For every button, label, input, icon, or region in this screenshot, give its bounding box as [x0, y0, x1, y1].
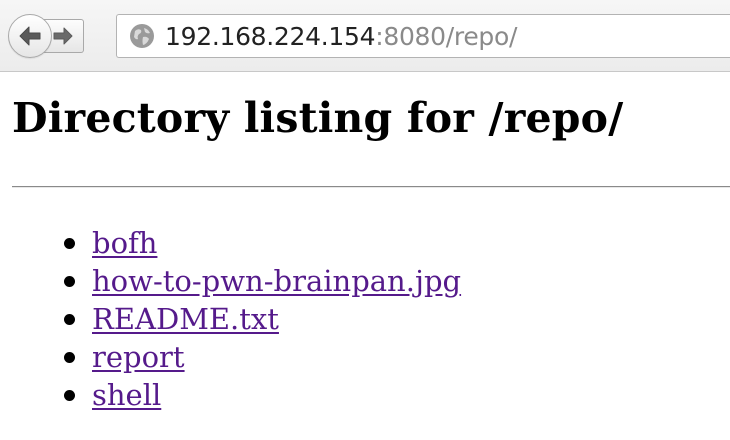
list-item: shell: [12, 376, 461, 414]
browser-toolbar: 192.168.224.154:8080/repo/: [0, 0, 730, 72]
bullet-icon: [64, 314, 75, 325]
list-item: bofh: [12, 224, 461, 262]
url-port-path: :8080/repo/: [375, 21, 518, 51]
back-arrow-icon: [19, 26, 41, 46]
back-button[interactable]: [8, 14, 52, 58]
list-item: README.txt: [12, 300, 461, 338]
list-item: how-to-pwn-brainpan.jpg: [12, 262, 461, 300]
file-link-bofh[interactable]: bofh: [92, 226, 157, 260]
forward-arrow-icon: [53, 27, 73, 45]
bullet-icon: [64, 276, 75, 287]
file-link-report[interactable]: report: [92, 340, 185, 374]
file-link-how-to-pwn-brainpan[interactable]: how-to-pwn-brainpan.jpg: [92, 264, 461, 298]
horizontal-rule: [12, 186, 730, 188]
globe-icon: [130, 24, 154, 48]
bullet-icon: [64, 390, 75, 401]
page-title: Directory listing for /repo/: [12, 94, 624, 142]
file-link-shell[interactable]: shell: [92, 378, 161, 412]
list-item: report: [12, 338, 461, 376]
bullet-icon: [64, 352, 75, 363]
bullet-icon: [64, 238, 75, 249]
file-link-readme[interactable]: README.txt: [92, 302, 279, 336]
url-host: 192.168.224.154: [165, 21, 376, 51]
file-list: bofh how-to-pwn-brainpan.jpg README.txt …: [12, 224, 461, 414]
address-bar[interactable]: 192.168.224.154:8080/repo/: [116, 14, 730, 58]
